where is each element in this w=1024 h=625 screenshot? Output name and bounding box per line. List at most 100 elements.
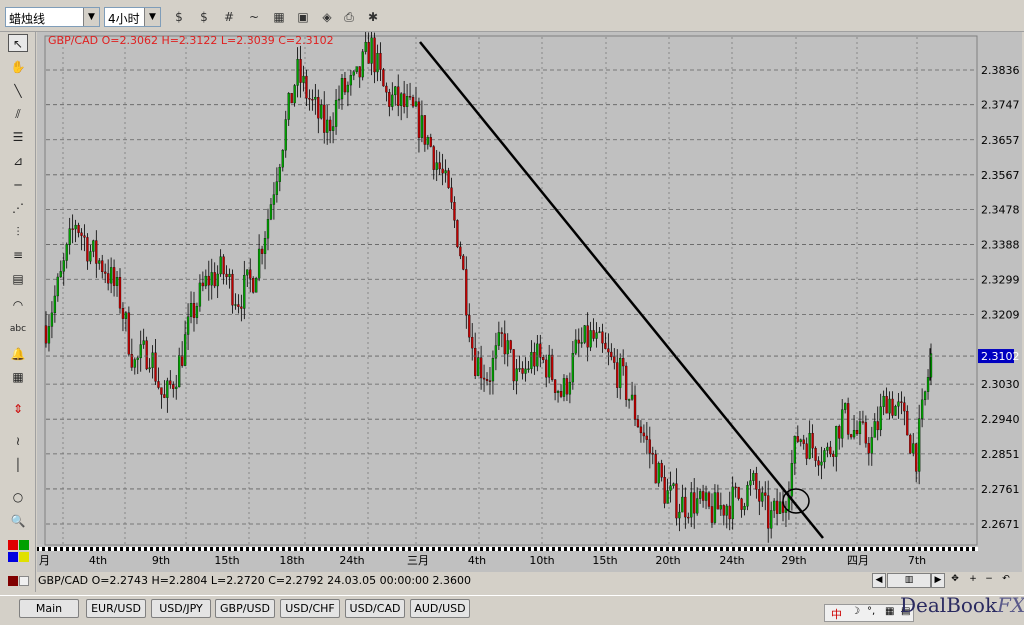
zoom-icon[interactable]: 🔍: [8, 512, 28, 530]
grid-icon[interactable]: #: [220, 8, 238, 26]
gann-icon[interactable]: ⫶: [8, 223, 28, 241]
time-axis-tick: [645, 547, 648, 551]
candle-body: [80, 232, 83, 236]
tab-main[interactable]: Main: [19, 599, 79, 618]
move-icon[interactable]: ✥: [948, 573, 962, 588]
candle-body: [231, 273, 234, 306]
calculator-icon[interactable]: ▦: [8, 368, 28, 386]
chevron-down-icon[interactable]: ▼: [83, 8, 99, 26]
settings-icon[interactable]: ✱: [364, 8, 382, 26]
candle-body: [497, 332, 501, 346]
buy-order-icon[interactable]: $: [170, 8, 188, 26]
time-axis-tick: [861, 547, 864, 551]
scroll-right-icon[interactable]: ▶: [931, 573, 945, 588]
candle-body: [169, 380, 172, 385]
candle-body: [633, 394, 637, 420]
tab-gbpusd[interactable]: GBP/USD: [215, 599, 275, 618]
zoom-out-icon[interactable]: −: [982, 573, 996, 588]
candle-body: [104, 271, 107, 274]
color-swatch[interactable]: [19, 540, 29, 550]
color-swatch[interactable]: [8, 552, 18, 562]
candle-body: [775, 500, 779, 514]
color-swatch[interactable]: [19, 576, 29, 586]
price-tick-label: 2.3567: [981, 169, 1020, 182]
template-icon[interactable]: ▦: [270, 8, 288, 26]
candle-body: [314, 96, 317, 100]
color-swatch[interactable]: [8, 576, 18, 586]
price-chart[interactable]: 2.3836 2.3747 2.3657 2.3567 2.3478 2.3388 2.32…: [37, 32, 1022, 572]
arc-icon[interactable]: ◠: [8, 296, 28, 314]
time-axis-tick: [477, 547, 480, 551]
chart-type-select[interactable]: 蜡烛线 ▼: [5, 7, 100, 27]
candle-body: [272, 194, 276, 205]
indicator-icon[interactable]: ~: [245, 8, 263, 26]
candle-body: [107, 273, 110, 284]
time-axis-tick: [585, 547, 588, 551]
candle-body: [485, 379, 489, 381]
tab-usdcad[interactable]: USD/CAD: [345, 599, 405, 618]
candle-body: [740, 498, 743, 510]
cursor-icon[interactable]: ↖: [8, 34, 28, 52]
timeframe-select[interactable]: 4小时 ▼: [104, 7, 161, 27]
tab-eurusd[interactable]: EUR/USD: [86, 599, 146, 618]
candle-body: [476, 357, 480, 376]
candle-body: [181, 355, 184, 366]
color-swatch[interactable]: [8, 540, 18, 550]
open-icon[interactable]: ◈: [318, 8, 336, 26]
fib-extension-icon[interactable]: ≡: [8, 246, 28, 264]
fib-retracement-icon[interactable]: ▤: [8, 270, 28, 288]
candle-body: [124, 312, 128, 319]
channel-icon[interactable]: ⫽: [8, 105, 28, 123]
time-axis-tick: [315, 547, 318, 551]
candle-body: [243, 274, 246, 309]
candle-body: [302, 75, 305, 83]
arrows-icon[interactable]: ⇕: [8, 400, 28, 418]
time-axis-tick: [57, 547, 60, 551]
hand-icon[interactable]: ✋: [8, 58, 28, 76]
reset-icon[interactable]: ↶: [999, 573, 1013, 588]
wave-icon[interactable]: ≀: [8, 432, 28, 450]
line-icon[interactable]: ╲: [8, 82, 28, 100]
text-icon[interactable]: abc: [8, 320, 28, 338]
candle-body: [879, 406, 882, 431]
date-tick-label: 24th: [719, 554, 744, 567]
image-icon[interactable]: ▣: [294, 8, 312, 26]
time-axis-tick: [471, 547, 474, 551]
scroll-left-icon[interactable]: ◀: [872, 573, 886, 588]
pitchfork-icon[interactable]: ⊿: [8, 152, 28, 170]
alert-bell-icon[interactable]: 🔔: [8, 345, 28, 363]
moon-icon[interactable]: ☽: [851, 606, 860, 617]
horizontal-line-icon[interactable]: ─: [8, 176, 28, 194]
chevron-down-icon[interactable]: ▼: [144, 8, 160, 26]
scrollbar-thumb[interactable]: ▥: [887, 573, 931, 588]
punct-icon[interactable]: °,: [867, 606, 875, 617]
sell-order-icon[interactable]: $: [195, 8, 213, 26]
tab-usdchf[interactable]: USD/CHF: [280, 599, 340, 618]
color-palette[interactable]: [8, 540, 30, 588]
candle-body: [249, 269, 252, 279]
candle-body: [888, 398, 891, 414]
color-swatch[interactable]: [19, 552, 29, 562]
zoom-in-icon[interactable]: +: [966, 573, 980, 588]
fan-icon[interactable]: ⋰: [8, 199, 28, 217]
tab-usdjpy[interactable]: USD/JPY: [151, 599, 211, 618]
fib-levels-icon[interactable]: ☰: [8, 128, 28, 146]
ellipse-icon[interactable]: ○: [8, 488, 28, 506]
candle-body: [701, 491, 705, 501]
candle-body: [909, 434, 912, 454]
tab-audusd[interactable]: AUD/USD: [410, 599, 470, 618]
keyboard-icon[interactable]: ▦: [885, 606, 894, 617]
time-axis-tick: [525, 547, 528, 551]
candle-body: [186, 316, 190, 335]
ime-icon[interactable]: 中: [831, 606, 842, 622]
candle-body: [408, 96, 412, 98]
candle-body: [512, 349, 515, 382]
candle-body: [414, 101, 418, 107]
candle-body: [246, 269, 249, 276]
time-axis-tick: [213, 547, 216, 551]
candle-body: [334, 99, 338, 127]
print-icon[interactable]: ⎙: [340, 8, 358, 26]
candle-body: [228, 273, 231, 278]
chart-canvas[interactable]: 2.3836 2.3747 2.3657 2.3567 2.3478 2.3388 2.32…: [37, 32, 1022, 572]
vertical-line-icon[interactable]: │: [8, 456, 28, 474]
